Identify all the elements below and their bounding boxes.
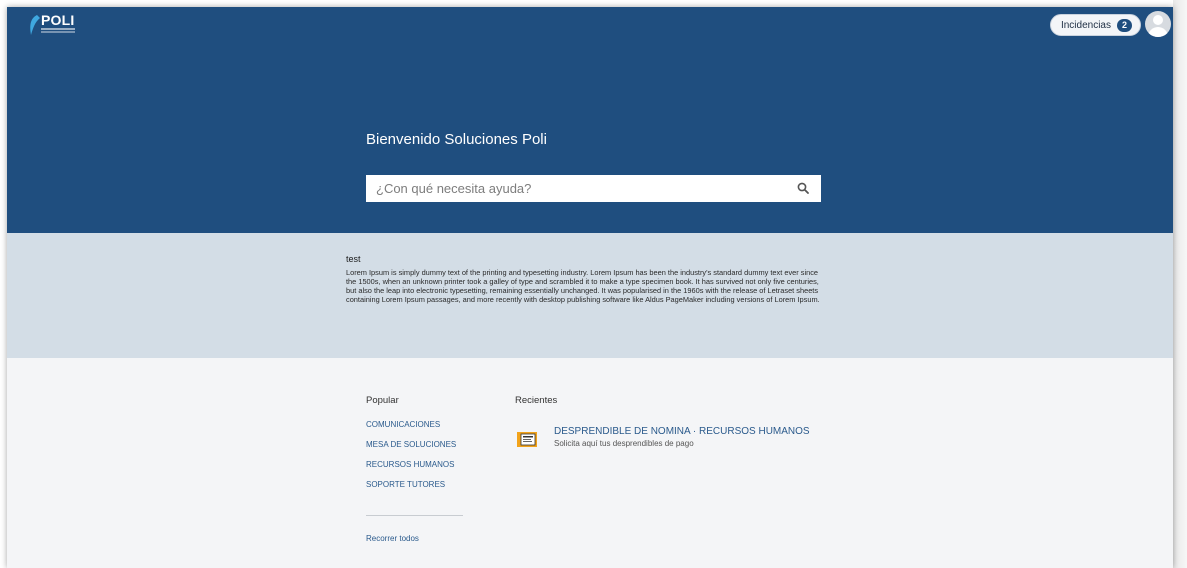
hero-banner: POLI Incidencias 2 Bienvenido Soluciones…	[7, 7, 1173, 233]
payslip-icon	[517, 432, 537, 447]
recent-item-title[interactable]: DESPRENDIBLE DE NOMINA · RECURSOS HUMANO…	[554, 426, 810, 437]
welcome-heading: Bienvenido Soluciones Poli	[366, 131, 547, 148]
logo-tagline	[41, 28, 75, 30]
browser-gutter	[1173, 0, 1187, 568]
popular-item-recursos-humanos[interactable]: RECURSOS HUMANOS	[366, 459, 456, 479]
popular-heading: Popular	[366, 395, 399, 406]
user-avatar-icon[interactable]	[1145, 11, 1171, 37]
popular-item-soporte-tutores[interactable]: SOPORTE TUTORES	[366, 479, 456, 499]
recent-item-description: Solicita aquí tus desprendibles de pago	[554, 439, 694, 448]
announcement-body: Lorem Ipsum is simply dummy text of the …	[346, 268, 820, 304]
app-frame: POLI Incidencias 2 Bienvenido Soluciones…	[7, 7, 1173, 568]
avatar-body	[1148, 27, 1168, 37]
announcement-banner: test Lorem Ipsum is simply dummy text of…	[7, 233, 1173, 358]
issues-button[interactable]: Incidencias 2	[1049, 14, 1141, 36]
popular-list: COMUNICACIONES MESA DE SOLUCIONES RECURS…	[366, 419, 456, 499]
logo-text: POLI	[41, 12, 75, 28]
recent-item[interactable]: DESPRENDIBLE DE NOMINA · RECURSOS HUMANO…	[517, 420, 837, 450]
popular-item-comunicaciones[interactable]: COMUNICACIONES	[366, 419, 456, 439]
popular-item-mesa-de-soluciones[interactable]: MESA DE SOLUCIONES	[366, 439, 456, 459]
issues-count-badge: 2	[1116, 18, 1132, 32]
browse-all-link[interactable]: Recorrer todos	[366, 534, 419, 543]
search-box	[366, 175, 821, 202]
poli-logo[interactable]: POLI	[27, 12, 87, 38]
search-input[interactable]	[366, 175, 776, 202]
avatar-head	[1153, 15, 1163, 25]
content-section: Popular COMUNICACIONES MESA DE SOLUCIONE…	[7, 358, 1173, 568]
popular-divider	[366, 515, 463, 516]
logo-mark-icon	[30, 15, 40, 35]
issues-label: Incidencias	[1060, 19, 1111, 31]
search-icon[interactable]	[797, 182, 809, 194]
recent-heading: Recientes	[515, 395, 558, 406]
announcement-title: test	[346, 254, 361, 264]
